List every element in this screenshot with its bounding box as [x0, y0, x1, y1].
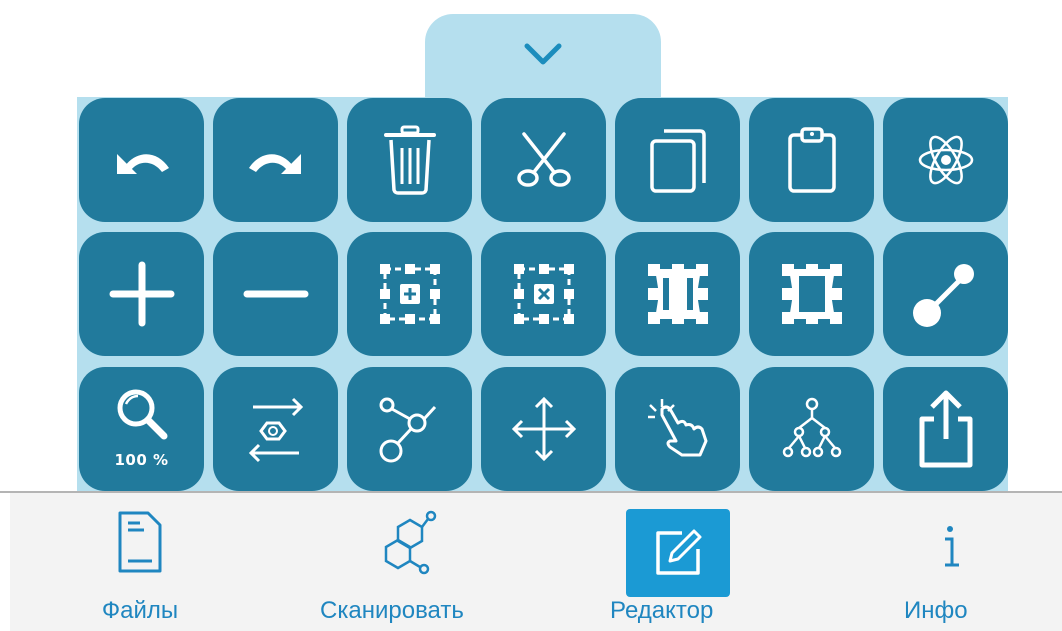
undo-icon — [116, 154, 169, 174]
reaction-button[interactable] — [213, 367, 338, 491]
nav-item-files[interactable]: Файлы — [65, 493, 215, 631]
tap-button[interactable] — [615, 367, 740, 491]
tool-panel: 100 % — [77, 97, 1008, 493]
copy-button[interactable] — [615, 98, 740, 222]
reaction-icon — [248, 397, 303, 463]
cut-button[interactable] — [481, 98, 606, 222]
zoom-level-label: 100 % — [114, 451, 169, 469]
info-icon — [945, 526, 959, 567]
molecule-icon — [384, 510, 437, 575]
zoom-100-icon — [117, 389, 167, 440]
select-bold-button[interactable] — [615, 232, 740, 356]
remove-selection-button[interactable] — [481, 232, 606, 356]
select-plus-icon — [379, 264, 440, 324]
tap-icon — [647, 399, 707, 457]
delete-button[interactable] — [347, 98, 472, 222]
bond-button[interactable] — [883, 232, 1008, 356]
chevron-down-icon — [524, 43, 562, 65]
nav-item-editor[interactable]: Редактор — [605, 493, 755, 631]
nav-label-files: Файлы — [101, 597, 179, 624]
nav-label-info: Инфо — [904, 597, 968, 624]
plus-icon — [109, 261, 174, 327]
select-x-icon — [513, 264, 574, 324]
trash-icon — [383, 125, 436, 195]
select-bold-icon — [647, 264, 708, 324]
chain-icon — [379, 397, 436, 463]
atom-icon — [918, 135, 973, 185]
redo-icon — [248, 154, 301, 174]
select-thin-icon — [781, 264, 842, 324]
tree-button[interactable] — [749, 367, 874, 491]
tree-icon — [782, 397, 841, 458]
nav-label-editor: Редактор — [610, 597, 714, 624]
select-thin-button[interactable] — [749, 232, 874, 356]
collapse-panel-button[interactable] — [425, 14, 661, 98]
redo-button[interactable] — [213, 98, 338, 222]
clipboard-icon — [787, 127, 836, 193]
move-icon — [511, 396, 576, 462]
bottom-navigation: Файлы Сканировать Редактор Инфо — [10, 493, 1062, 631]
file-icon — [118, 511, 162, 573]
add-selection-button[interactable] — [347, 232, 472, 356]
paste-button[interactable] — [749, 98, 874, 222]
minus-icon — [243, 290, 308, 298]
tool-grid: 100 % — [77, 97, 1008, 493]
nav-item-scan[interactable]: Сканировать — [310, 493, 510, 631]
nav-label-scan: Сканировать — [320, 597, 464, 624]
zoom-out-button[interactable] — [213, 232, 338, 356]
copy-icon — [649, 129, 706, 193]
share-button[interactable] — [883, 367, 1008, 491]
atom-button[interactable] — [883, 98, 1008, 222]
bond-icon — [912, 264, 974, 327]
chain-button[interactable] — [347, 367, 472, 491]
zoom-in-button[interactable] — [79, 232, 204, 356]
nav-item-info[interactable]: Инфо — [890, 493, 1010, 631]
undo-button[interactable] — [79, 98, 204, 222]
zoom-reset-button[interactable]: 100 % — [79, 367, 204, 491]
move-button[interactable] — [481, 367, 606, 491]
share-icon — [919, 390, 972, 468]
editor-active-indicator — [626, 509, 730, 597]
edit-icon — [656, 529, 702, 575]
scissors-icon — [516, 132, 571, 187]
